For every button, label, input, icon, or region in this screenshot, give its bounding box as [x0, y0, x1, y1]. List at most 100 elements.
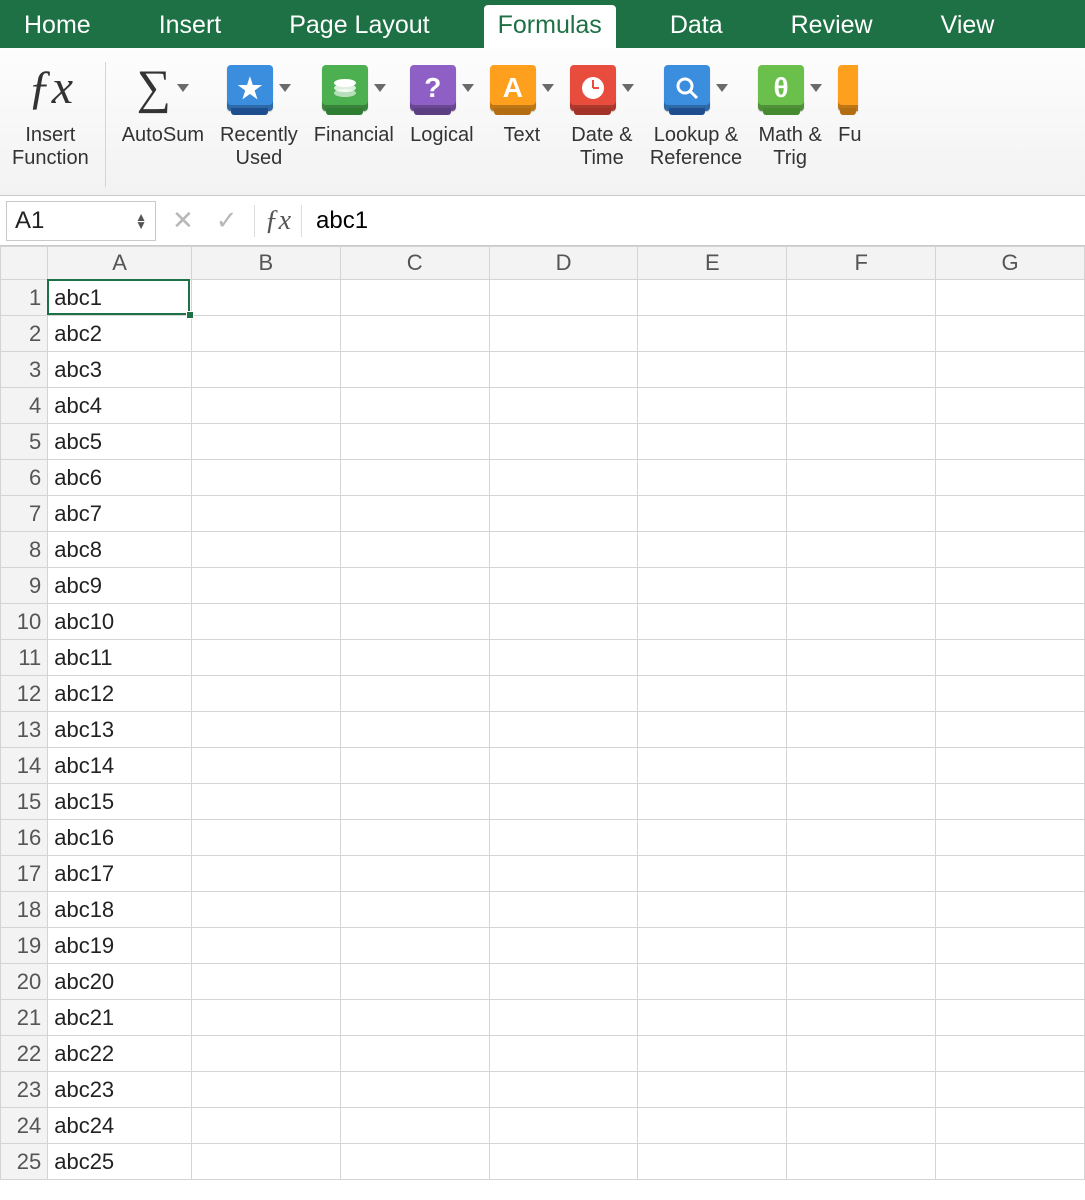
cell-A7[interactable]: abc7 — [48, 496, 192, 532]
group-autosum[interactable]: ∑ AutoSum — [116, 58, 210, 147]
cell-C23[interactable] — [340, 1072, 489, 1108]
cell-A6[interactable]: abc6 — [48, 460, 192, 496]
row-header-7[interactable]: 7 — [1, 496, 48, 532]
cell-G21[interactable] — [936, 1000, 1085, 1036]
cell-E22[interactable] — [638, 1036, 787, 1072]
row-header-6[interactable]: 6 — [1, 460, 48, 496]
tab-page-layout[interactable]: Page Layout — [275, 5, 443, 48]
cell-F23[interactable] — [787, 1072, 936, 1108]
cell-C19[interactable] — [340, 928, 489, 964]
select-all-corner[interactable] — [1, 247, 48, 280]
cell-G14[interactable] — [936, 748, 1085, 784]
cell-C22[interactable] — [340, 1036, 489, 1072]
row-23[interactable]: 23abc23 — [1, 1072, 1085, 1108]
cell-A15[interactable]: abc15 — [48, 784, 192, 820]
cell-B21[interactable] — [191, 1000, 340, 1036]
cell-E19[interactable] — [638, 928, 787, 964]
row-5[interactable]: 5abc5 — [1, 424, 1085, 460]
formula-fx-icon[interactable]: ƒx — [265, 205, 291, 237]
cell-G3[interactable] — [936, 352, 1085, 388]
cell-E12[interactable] — [638, 676, 787, 712]
cell-B1[interactable] — [191, 280, 340, 316]
group-text[interactable]: A Text — [484, 58, 560, 147]
cell-C5[interactable] — [340, 424, 489, 460]
cell-D16[interactable] — [489, 820, 638, 856]
cell-D21[interactable] — [489, 1000, 638, 1036]
row-1[interactable]: 1abc1 — [1, 280, 1085, 316]
cell-F5[interactable] — [787, 424, 936, 460]
cell-A22[interactable]: abc22 — [48, 1036, 192, 1072]
autosum-caret-icon[interactable] — [177, 84, 189, 92]
row-16[interactable]: 16abc16 — [1, 820, 1085, 856]
row-15[interactable]: 15abc15 — [1, 784, 1085, 820]
cell-B20[interactable] — [191, 964, 340, 1000]
row-header-13[interactable]: 13 — [1, 712, 48, 748]
row-header-1[interactable]: 1 — [1, 280, 48, 316]
cell-B15[interactable] — [191, 784, 340, 820]
cell-F9[interactable] — [787, 568, 936, 604]
cell-B5[interactable] — [191, 424, 340, 460]
cell-E3[interactable] — [638, 352, 787, 388]
cell-E7[interactable] — [638, 496, 787, 532]
cell-C11[interactable] — [340, 640, 489, 676]
cell-C9[interactable] — [340, 568, 489, 604]
cell-C15[interactable] — [340, 784, 489, 820]
cell-C4[interactable] — [340, 388, 489, 424]
cell-D4[interactable] — [489, 388, 638, 424]
row-header-11[interactable]: 11 — [1, 640, 48, 676]
cell-B11[interactable] — [191, 640, 340, 676]
cell-F21[interactable] — [787, 1000, 936, 1036]
worksheet-grid[interactable]: A B C D E F G 1abc12abc23abc34abc45abc56… — [0, 246, 1085, 1180]
cell-G12[interactable] — [936, 676, 1085, 712]
cell-F4[interactable] — [787, 388, 936, 424]
col-header-D[interactable]: D — [489, 247, 638, 280]
cell-C20[interactable] — [340, 964, 489, 1000]
cell-E13[interactable] — [638, 712, 787, 748]
group-insert-function[interactable]: ƒx Insert Function — [6, 58, 95, 170]
cell-G17[interactable] — [936, 856, 1085, 892]
group-date-time[interactable]: Date & Time — [564, 58, 640, 170]
cell-B14[interactable] — [191, 748, 340, 784]
cell-D9[interactable] — [489, 568, 638, 604]
cell-B8[interactable] — [191, 532, 340, 568]
cell-A19[interactable]: abc19 — [48, 928, 192, 964]
cell-F8[interactable] — [787, 532, 936, 568]
group-financial[interactable]: Financial — [308, 58, 400, 147]
cell-B24[interactable] — [191, 1108, 340, 1144]
cell-D11[interactable] — [489, 640, 638, 676]
cell-A18[interactable]: abc18 — [48, 892, 192, 928]
cell-F12[interactable] — [787, 676, 936, 712]
row-14[interactable]: 14abc14 — [1, 748, 1085, 784]
column-headers[interactable]: A B C D E F G — [1, 247, 1085, 280]
cell-B17[interactable] — [191, 856, 340, 892]
cell-D23[interactable] — [489, 1072, 638, 1108]
row-header-17[interactable]: 17 — [1, 856, 48, 892]
row-header-5[interactable]: 5 — [1, 424, 48, 460]
row-header-25[interactable]: 25 — [1, 1144, 48, 1180]
text-caret-icon[interactable] — [542, 84, 554, 92]
cell-C14[interactable] — [340, 748, 489, 784]
cell-D18[interactable] — [489, 892, 638, 928]
row-header-3[interactable]: 3 — [1, 352, 48, 388]
lookup-caret-icon[interactable] — [716, 84, 728, 92]
cell-G1[interactable] — [936, 280, 1085, 316]
mathtrig-caret-icon[interactable] — [810, 84, 822, 92]
row-24[interactable]: 24abc24 — [1, 1108, 1085, 1144]
recent-caret-icon[interactable] — [279, 84, 291, 92]
formula-input[interactable] — [312, 203, 1079, 239]
cell-G24[interactable] — [936, 1108, 1085, 1144]
cell-A4[interactable]: abc4 — [48, 388, 192, 424]
cell-F7[interactable] — [787, 496, 936, 532]
cell-E8[interactable] — [638, 532, 787, 568]
cell-C12[interactable] — [340, 676, 489, 712]
name-box[interactable]: A1 ▲▼ — [6, 201, 156, 241]
row-3[interactable]: 3abc3 — [1, 352, 1085, 388]
cell-F2[interactable] — [787, 316, 936, 352]
tab-view[interactable]: View — [927, 5, 1009, 48]
row-header-16[interactable]: 16 — [1, 820, 48, 856]
col-header-E[interactable]: E — [638, 247, 787, 280]
row-header-14[interactable]: 14 — [1, 748, 48, 784]
row-header-15[interactable]: 15 — [1, 784, 48, 820]
cell-B13[interactable] — [191, 712, 340, 748]
cell-E24[interactable] — [638, 1108, 787, 1144]
